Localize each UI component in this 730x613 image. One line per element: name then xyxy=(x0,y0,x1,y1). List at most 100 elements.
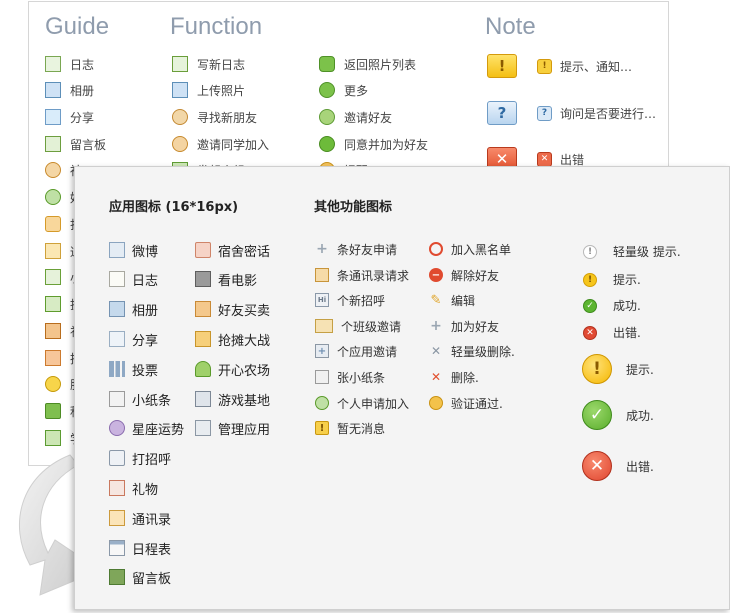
remove-friend-icon: − xyxy=(429,268,443,282)
contacts-icon xyxy=(45,243,61,259)
poke-icon xyxy=(45,216,61,232)
write-journal-icon xyxy=(172,56,188,72)
guide-item-journal[interactable]: 日志 xyxy=(45,56,94,72)
app-item-share[interactable]: 分享 xyxy=(109,330,158,349)
accept-check-icon xyxy=(319,136,335,152)
fn-new-greeting[interactable]: Hi 个新招呼 xyxy=(315,292,385,308)
heading-other-icons: 其他功能图标 xyxy=(314,200,393,215)
app-item-manage-apps[interactable]: 管理应用 xyxy=(195,419,270,438)
horoscope-icon xyxy=(109,420,125,436)
verified-icon xyxy=(429,396,443,410)
status-error-small: ✕ 出错. xyxy=(583,324,641,341)
add-friend-icon: + xyxy=(430,318,442,334)
function-invite-classmate[interactable]: 邀请同学加入 xyxy=(172,136,269,152)
share-icon xyxy=(45,109,61,125)
farm-sprout-icon xyxy=(195,361,211,377)
delete-icon: ✕ xyxy=(430,370,442,384)
message-board-icon xyxy=(45,136,61,152)
guide-item-album[interactable]: 相册 xyxy=(45,82,94,98)
app-item-calendar[interactable]: 日程表 xyxy=(109,539,171,558)
journal-icon xyxy=(45,56,61,72)
megaphone-icon xyxy=(45,350,61,366)
fn-verified[interactable]: 验证通过. xyxy=(429,395,503,411)
fn-person-join[interactable]: 个人申请加入 xyxy=(315,395,409,411)
section-title-note: Note xyxy=(485,13,536,40)
app-item-movie[interactable]: 看电影 xyxy=(195,270,257,289)
app-invite-icon: + xyxy=(315,344,329,358)
section-title-guide: Guide xyxy=(45,13,110,40)
fn-remove-friend[interactable]: − 解除好友 xyxy=(429,267,499,283)
app-item-friend-trade[interactable]: 好友买卖 xyxy=(195,300,270,319)
invite-classmate-icon xyxy=(172,136,188,152)
calendar-icon xyxy=(109,540,125,556)
app-item-dorm-chat[interactable]: 宿舍密话 xyxy=(195,241,270,260)
gift-icon xyxy=(109,480,125,496)
fn-blacklist[interactable]: 加入黑名单 xyxy=(429,241,511,257)
badge-123-icon xyxy=(45,403,61,419)
status-light-info: ! 轻量级 提示. xyxy=(583,243,681,260)
user-icon xyxy=(45,189,61,205)
function-find-friend[interactable]: 寻找新朋友 xyxy=(172,109,257,125)
mail-icon xyxy=(45,269,61,285)
contact-request-icon xyxy=(315,268,329,282)
note-paper-icon xyxy=(109,391,125,407)
app-item-stall-battle[interactable]: 抢摊大战 xyxy=(195,330,270,349)
app-item-note-paper[interactable]: 小纸条 xyxy=(109,390,171,409)
person-join-icon xyxy=(315,396,329,410)
photo-album-icon xyxy=(109,301,125,317)
stall-battle-icon xyxy=(195,331,211,347)
blacklist-icon xyxy=(429,242,443,256)
front-panel: 应用图标 (16*16px) 其他功能图标 微博 日志 相册 分享 投票 小纸条… xyxy=(74,166,730,610)
friend-trade-icon xyxy=(195,301,211,317)
function-write-journal[interactable]: 写新日志 xyxy=(172,56,245,72)
vote-chart-icon xyxy=(109,361,125,377)
error-big-icon: ✕ xyxy=(582,451,612,481)
journal-icon xyxy=(109,271,125,287)
app-item-farm[interactable]: 开心农场 xyxy=(195,360,270,379)
fn-add-friend[interactable]: + 加为好友 xyxy=(429,318,499,334)
movie-icon xyxy=(195,271,211,287)
app-item-microblog[interactable]: 微博 xyxy=(109,241,158,260)
fn-friend-request[interactable]: + 条好友申请 xyxy=(315,241,397,257)
guide-item-share[interactable]: 分享 xyxy=(45,109,94,125)
info-big-icon: ! xyxy=(582,354,612,384)
manage-apps-icon xyxy=(195,420,211,436)
status-success-small: ✓ 成功. xyxy=(583,297,641,314)
message-board-icon xyxy=(109,569,125,585)
app-item-album[interactable]: 相册 xyxy=(109,300,158,319)
function-back-to-photos[interactable]: 返回照片列表 xyxy=(319,56,416,72)
fn-app-invite[interactable]: + 个应用邀请 xyxy=(315,343,397,359)
function-upload-photo[interactable]: 上传照片 xyxy=(172,82,245,98)
app-item-gift[interactable]: 礼物 xyxy=(109,479,158,498)
microblog-icon xyxy=(109,242,125,258)
dorm-chat-icon xyxy=(195,242,211,258)
fn-delete[interactable]: ✕ 删除. xyxy=(429,369,479,385)
app-item-address-book[interactable]: 通讯录 xyxy=(109,509,171,528)
note-slip-icon xyxy=(315,370,329,384)
status-success-big: ✓ 成功. xyxy=(582,400,654,430)
function-accept-friend[interactable]: 同意并加为好友 xyxy=(319,136,428,152)
function-more[interactable]: 更多 xyxy=(319,82,368,98)
app-item-greet[interactable]: 打招呼 xyxy=(109,449,171,468)
status-info-big: ! 提示. xyxy=(582,354,654,384)
success-small-icon: ✓ xyxy=(583,298,597,313)
app-item-vote[interactable]: 投票 xyxy=(109,360,158,379)
fn-edit[interactable]: ✎ 编辑 xyxy=(429,292,475,308)
app-item-message-board[interactable]: 留言板 xyxy=(109,568,171,587)
fn-class-invite[interactable]: 个班级邀请 xyxy=(315,318,401,334)
guide-item-message-board[interactable]: 留言板 xyxy=(45,136,106,152)
warning-big-icon: ! xyxy=(487,54,517,78)
function-invite-friend[interactable]: 邀请好友 xyxy=(319,109,392,125)
fn-no-message[interactable]: ! 暂无消息 xyxy=(315,420,385,436)
app-item-game-base[interactable]: 游戏基地 xyxy=(195,390,270,409)
app-item-journal[interactable]: 日志 xyxy=(109,270,158,289)
friend-request-icon: + xyxy=(316,241,328,257)
fn-note-slip[interactable]: 张小纸条 xyxy=(315,369,385,385)
question-small-icon: ? xyxy=(537,105,552,121)
error-small-icon: ✕ xyxy=(537,151,552,167)
fn-light-delete[interactable]: ✕ 轻量级删除. xyxy=(429,343,515,359)
heading-app-icons: 应用图标 (16*16px) xyxy=(109,200,239,215)
app-item-horoscope[interactable]: 星座运势 xyxy=(109,419,184,438)
fn-contact-request[interactable]: 条通讯录请求 xyxy=(315,267,409,283)
new-greeting-icon: Hi xyxy=(315,293,329,307)
